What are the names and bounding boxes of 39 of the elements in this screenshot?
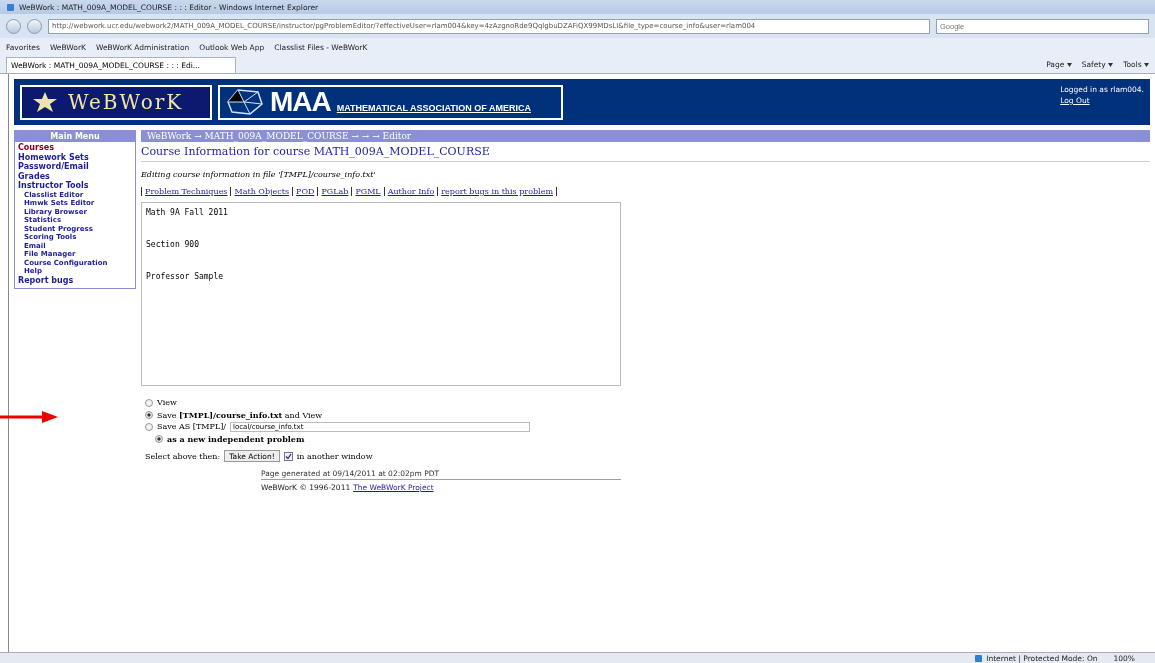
action-prompt: Select above then: xyxy=(145,451,221,461)
radio-button[interactable] xyxy=(145,410,153,419)
resource-link[interactable]: POD xyxy=(296,187,315,196)
page-heading: Course Information for course MATH_009A_MODEL_COURSE xyxy=(141,142,1150,162)
radio-label: as a new independent problem xyxy=(167,433,305,444)
checkbox[interactable] xyxy=(283,451,293,461)
menu-link[interactable]: Grades xyxy=(18,171,133,181)
menu-link[interactable]: Report bugs xyxy=(18,275,133,285)
arrow-annotation xyxy=(0,410,60,424)
forward-button[interactable] xyxy=(27,18,42,34)
radio-label: Save [TMPL]/course_info.txt and View xyxy=(157,409,323,420)
menu-link[interactable]: Instructor Tools xyxy=(18,181,133,191)
breadcrumb: WeBWork → MATH_009A_MODEL_COURSE → → → Editor xyxy=(141,130,1150,142)
menu-link[interactable]: Homework Sets xyxy=(18,152,133,162)
caret-icon xyxy=(1066,63,1072,67)
radio-label: Save AS [TMPL]/ xyxy=(157,422,226,431)
caret-icon xyxy=(1144,63,1149,67)
radio-button[interactable] xyxy=(145,422,153,431)
resource-link[interactable]: Math Objects xyxy=(234,187,290,196)
menu-link[interactable]: Password/Email xyxy=(18,162,133,172)
radio-button[interactable] xyxy=(155,434,163,443)
back-button[interactable] xyxy=(6,18,21,34)
star-icon xyxy=(32,91,58,113)
maa-logo: MAA MATHEMATICAL ASSOCIATION OF AMERICA xyxy=(218,84,563,120)
radio-button[interactable] xyxy=(145,398,153,407)
editing-note: Editing course information in file '[TMPL]/course_info.txt' xyxy=(141,170,377,179)
resource-link[interactable]: PGLab xyxy=(321,187,349,196)
resource-link[interactable]: PGML xyxy=(355,187,381,196)
menu-link[interactable]: Courses xyxy=(18,143,133,153)
radio-label: View xyxy=(157,398,177,407)
resource-link[interactable]: report bugs in this problem xyxy=(441,187,553,196)
webwork-logo: WeBWorK xyxy=(20,84,212,120)
polyhedron-icon xyxy=(224,88,264,116)
checkbox-label: in another window xyxy=(296,451,373,461)
menu-title: Main Menu xyxy=(15,131,135,142)
caret-icon xyxy=(1108,63,1114,67)
resource-link[interactable]: Problem Techniques xyxy=(145,187,228,196)
editor-textarea[interactable]: Math 9A Fall 2011 Section 900 Professor Sample xyxy=(141,202,621,386)
resource-link[interactable]: Author Info xyxy=(387,187,435,196)
